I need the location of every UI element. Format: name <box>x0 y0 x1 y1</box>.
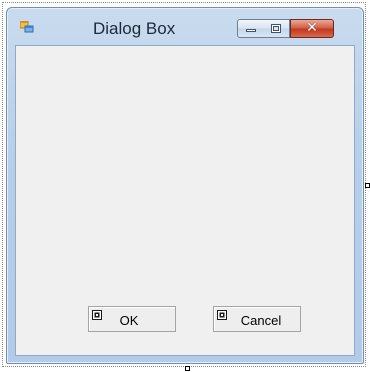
form-designer-surface: Dialog Box ✕ OK Cancel <box>0 0 370 372</box>
minimize-icon <box>246 29 256 32</box>
windows-form-icon <box>20 21 34 33</box>
title-bar[interactable]: Dialog Box ✕ <box>7 8 363 46</box>
resize-handle-right[interactable] <box>365 183 370 188</box>
dialog-window: Dialog Box ✕ OK Cancel <box>6 7 364 364</box>
client-area: OK Cancel <box>15 45 355 356</box>
close-icon: ✕ <box>306 20 318 36</box>
ok-button[interactable]: OK <box>88 306 176 332</box>
maximize-button[interactable] <box>263 19 290 38</box>
resize-handle-bottom[interactable] <box>185 366 190 371</box>
ok-button-label: OK <box>119 313 139 328</box>
cancel-button[interactable]: Cancel <box>213 306 301 332</box>
cancel-button-label: Cancel <box>240 313 282 328</box>
maximize-icon <box>271 24 281 33</box>
close-button[interactable]: ✕ <box>290 19 334 38</box>
window-title: Dialog Box <box>93 19 176 38</box>
minimize-button[interactable] <box>237 19 264 38</box>
